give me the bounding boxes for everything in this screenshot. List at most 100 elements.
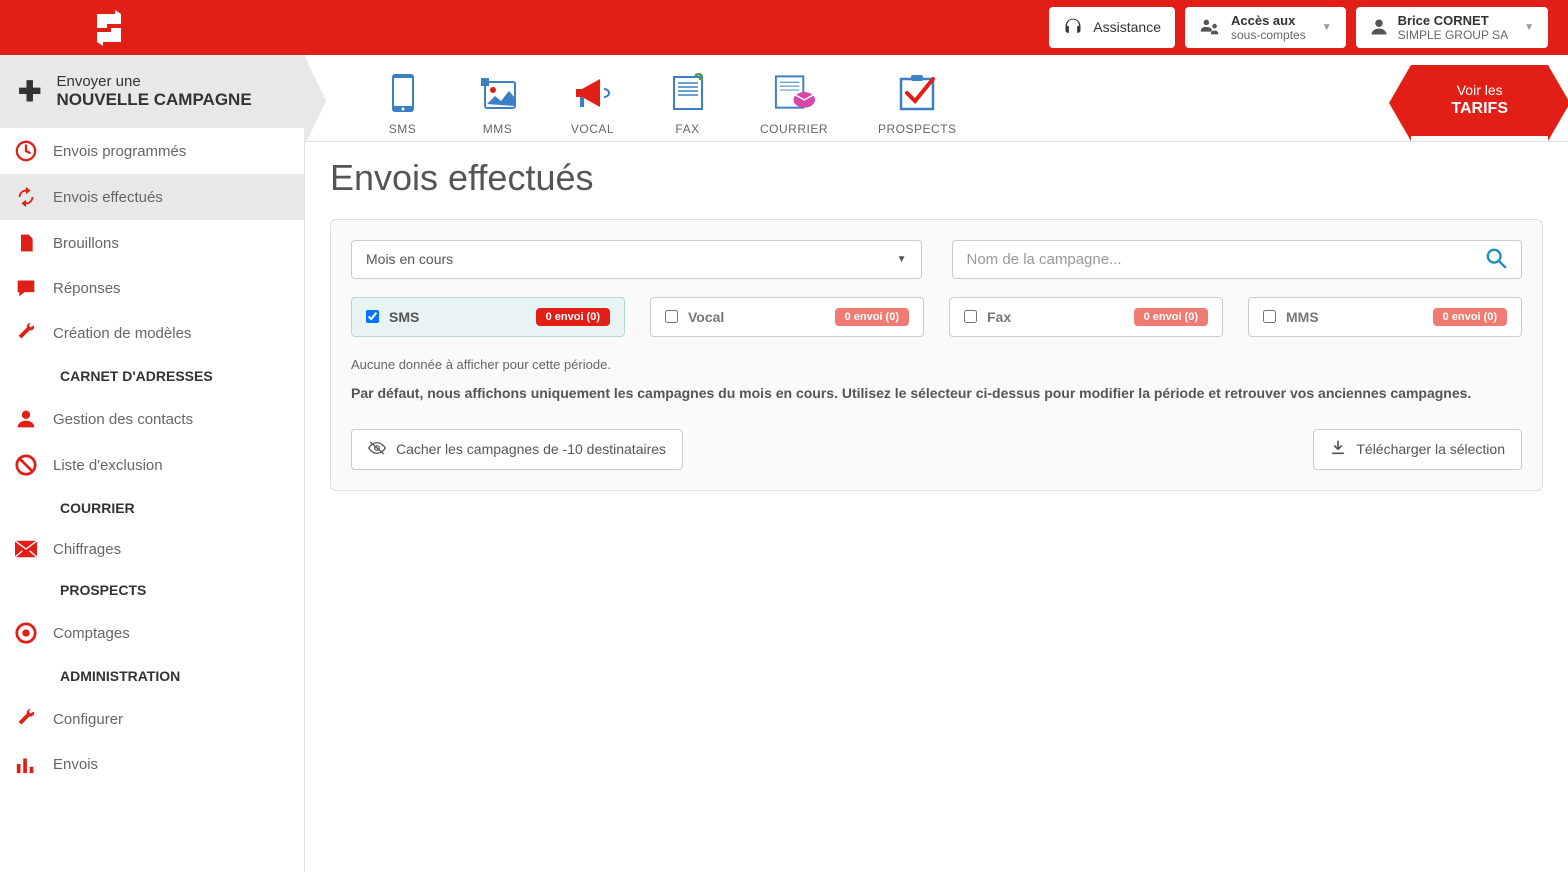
sidebar-section-mail: COURRIER (0, 488, 304, 528)
accounts-label2: sous-comptes (1231, 28, 1306, 42)
filter-fax-checkbox[interactable] (964, 310, 977, 323)
sidebar-item-scheduled[interactable]: Envois programmés (0, 128, 304, 174)
channel-fax[interactable]: FAX (640, 71, 735, 136)
sidebar-item-label: Envois programmés (53, 143, 186, 160)
filter-mms[interactable]: MMS 0 envoi (0) (1248, 297, 1522, 337)
chevron-down-icon: ▼ (1322, 22, 1332, 33)
top-header: Assistance Accès aux sous-comptes ▼ Bric… (0, 0, 1568, 55)
logo-icon (93, 10, 125, 46)
filter-fax-label: Fax (987, 309, 1011, 325)
sidebar-item-counts[interactable]: Comptages (0, 610, 304, 656)
sidebar-item-label: Envois (53, 756, 98, 773)
sidebar-item-label: Liste d'exclusion (53, 457, 163, 474)
filter-sms[interactable]: SMS 0 envoi (0) (351, 297, 625, 337)
sidebar-item-configure[interactable]: Configurer (0, 696, 304, 742)
assistance-label: Assistance (1093, 19, 1161, 35)
new-campaign-line1: Envoyer une (56, 73, 251, 90)
tarifs-button[interactable]: Voir les TARIFS (1411, 65, 1548, 136)
sidebar-item-drafts[interactable]: Brouillons (0, 220, 304, 266)
sidebar-item-label: Gestion des contacts (53, 411, 193, 428)
phone-icon (380, 71, 425, 116)
sidebar-item-exclusion[interactable]: Liste d'exclusion (0, 442, 304, 488)
filter-vocal[interactable]: Vocal 0 envoi (0) (650, 297, 924, 337)
sidebar-item-label: Brouillons (53, 235, 119, 252)
sub-accounts-button[interactable]: Accès aux sous-comptes ▼ (1185, 7, 1346, 49)
chat-icon (14, 278, 38, 298)
filter-sms-badge: 0 envoi (0) (536, 308, 610, 326)
sidebar-item-label: Comptages (53, 625, 130, 642)
refresh-icon (14, 186, 38, 208)
sidebar-item-completed[interactable]: Envois effectués (0, 174, 304, 220)
plus-icon: ✚ (18, 75, 41, 108)
default-info-text: Par défaut, nous affichons uniquement le… (351, 384, 1522, 404)
chevron-down-icon: ▼ (1524, 22, 1534, 33)
channels-row: SMS MMS VOCAL FAX COURRIER PROSPECTS (305, 55, 1568, 142)
sidebar-item-label: Création de modèles (53, 325, 191, 342)
fax-icon (665, 71, 710, 116)
new-campaign-button[interactable]: ✚ Envoyer une NOUVELLE CAMPAGNE (0, 55, 304, 128)
logo[interactable] (80, 3, 138, 53)
channel-mms-label: MMS (483, 122, 513, 136)
sidebar-section-addressbook: CARNET D'ADRESSES (0, 356, 304, 396)
ban-icon (14, 454, 38, 476)
chart-icon (14, 754, 38, 774)
filter-mms-badge: 0 envoi (0) (1433, 308, 1507, 326)
search-button[interactable] (1485, 247, 1507, 272)
channel-sms[interactable]: SMS (355, 71, 450, 136)
megaphone-icon (570, 71, 615, 116)
period-select[interactable]: Mois en cours ▼ (351, 240, 922, 279)
mail-icon (772, 71, 817, 116)
hide-campaigns-button[interactable]: Cacher les campagnes de -10 destinataire… (351, 429, 683, 470)
sidebar-item-sends[interactable]: Envois (0, 742, 304, 786)
person-icon (14, 408, 38, 430)
no-data-text: Aucune donnée à afficher pour cette péri… (351, 357, 1522, 372)
sidebar-item-contacts[interactable]: Gestion des contacts (0, 396, 304, 442)
sidebar-item-replies[interactable]: Réponses (0, 266, 304, 310)
content: SMS MMS VOCAL FAX COURRIER PROSPECTS (305, 55, 1568, 872)
download-button[interactable]: Télécharger la sélection (1313, 429, 1522, 470)
filter-vocal-checkbox[interactable] (665, 310, 678, 323)
file-icon (14, 232, 38, 254)
search-wrap (952, 240, 1523, 279)
check-icon (895, 71, 940, 116)
search-input[interactable] (967, 247, 1486, 272)
sidebar-item-quotes[interactable]: Chiffrages (0, 528, 304, 570)
channel-mms[interactable]: MMS (450, 71, 545, 136)
filter-mms-label: MMS (1286, 309, 1319, 325)
assistance-button[interactable]: Assistance (1049, 7, 1175, 49)
image-icon (475, 71, 520, 116)
filter-vocal-label: Vocal (688, 309, 724, 325)
hide-button-label: Cacher les campagnes de -10 destinataire… (396, 441, 666, 457)
clock-icon (14, 140, 38, 162)
headset-icon (1063, 17, 1083, 37)
chevron-down-icon: ▼ (897, 254, 907, 265)
channel-fax-label: FAX (675, 122, 699, 136)
user-icon (1370, 17, 1388, 37)
filter-fax[interactable]: Fax 0 envoi (0) (949, 297, 1223, 337)
channel-mail[interactable]: COURRIER (735, 71, 853, 136)
sidebar-item-label: Chiffrages (53, 541, 121, 558)
sidebar-item-label: Envois effectués (53, 189, 163, 206)
tarifs-line1: Voir les (1451, 81, 1508, 99)
envelope-icon (14, 540, 38, 558)
filter-mms-checkbox[interactable] (1263, 310, 1276, 323)
sidebar-section-admin: ADMINISTRATION (0, 656, 304, 696)
period-value: Mois en cours (366, 251, 453, 267)
user-button[interactable]: Brice CORNET SIMPLE GROUP SA ▼ (1356, 7, 1548, 49)
channel-prospects-label: PROSPECTS (878, 122, 957, 136)
wrench-icon (14, 708, 38, 730)
filter-sms-checkbox[interactable] (366, 310, 379, 323)
user-company: SIMPLE GROUP SA (1398, 28, 1508, 42)
channel-vocal[interactable]: VOCAL (545, 71, 640, 136)
tarifs-line2: TARIFS (1451, 99, 1508, 120)
channel-vocal-label: VOCAL (571, 122, 614, 136)
download-button-label: Télécharger la sélection (1356, 441, 1505, 457)
filter-vocal-badge: 0 envoi (0) (835, 308, 909, 326)
user-name: Brice CORNET (1398, 13, 1489, 29)
new-campaign-line2: NOUVELLE CAMPAGNE (56, 90, 251, 110)
filter-fax-badge: 0 envoi (0) (1134, 308, 1208, 326)
sidebar-item-templates[interactable]: Création de modèles (0, 310, 304, 356)
download-icon (1330, 440, 1346, 459)
channel-prospects[interactable]: PROSPECTS (853, 71, 982, 136)
sidebar-item-label: Configurer (53, 711, 123, 728)
